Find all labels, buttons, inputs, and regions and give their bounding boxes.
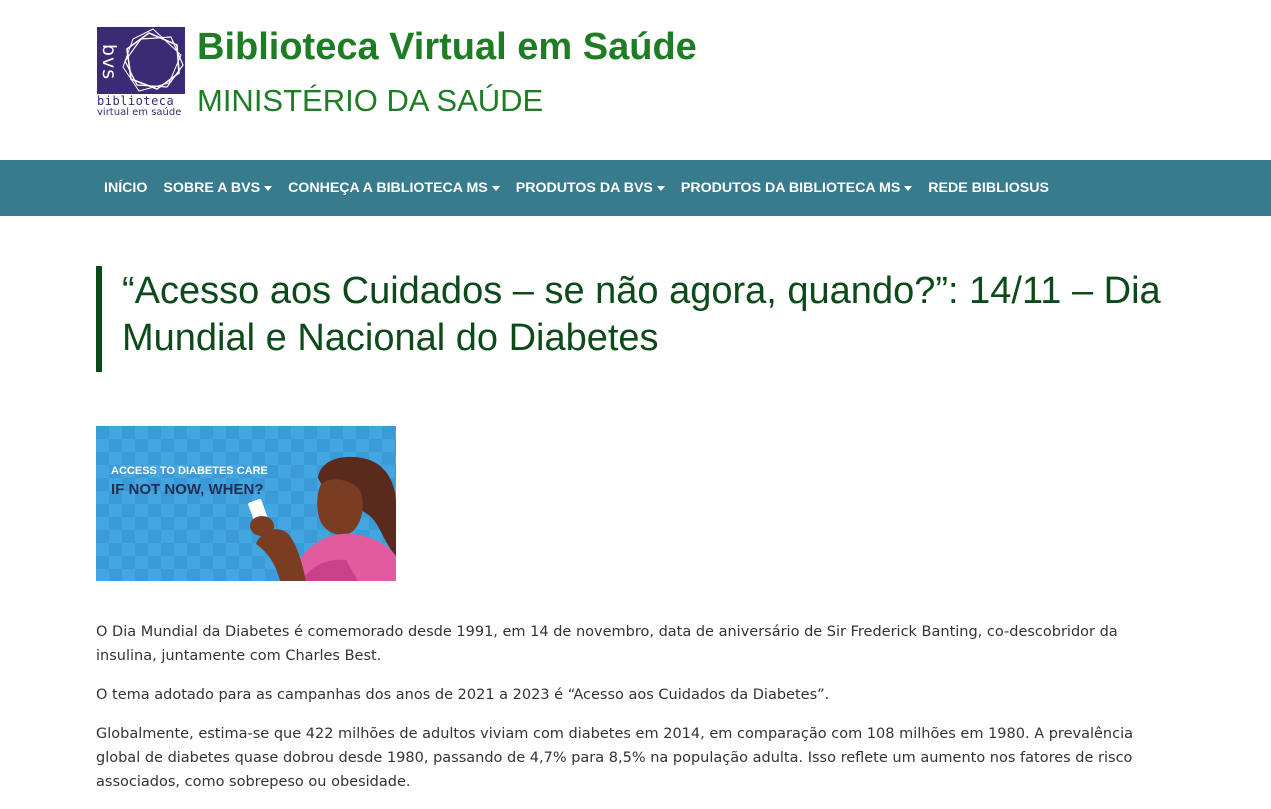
caret-down-icon (264, 185, 273, 191)
banner-heading-line1: ACCESS TO DIABETES CARE (111, 465, 268, 477)
logo-text-virtual: virtual em saúde (97, 107, 182, 118)
nav-item-label: INÍCIO (104, 180, 148, 196)
nav-item-label: CONHEÇA A BIBLIOTECA MS (288, 180, 488, 196)
nav-item-sobre-a-bvs[interactable]: SOBRE A BVS (155, 180, 280, 196)
article-paragraph: Globalmente, estima-se que 422 milhões d… (96, 726, 1133, 790)
nav-item-label: SOBRE A BVS (163, 180, 261, 196)
site-header: bvs biblioteca virtual em saúde Bibliote… (0, 0, 1271, 160)
caret-down-icon (904, 185, 913, 191)
caret-down-icon (656, 185, 665, 191)
article-paragraph: O tema adotado para as campanhas dos ano… (96, 687, 830, 703)
bvs-logo[interactable]: bvs biblioteca virtual em saúde (97, 27, 185, 121)
main-navbar: INÍCIO SOBRE A BVS CONHEÇA A BIBLIOTECA … (0, 160, 1271, 216)
banner-heading-line2: IF NOT NOW, WHEN? (111, 481, 264, 498)
logo-geometric-icon (122, 28, 184, 92)
article-title: “Acesso aos Cuidados – se não agora, qua… (122, 270, 1161, 359)
logo-text-biblioteca: biblioteca (97, 94, 175, 108)
logo-mark: bvs (97, 27, 185, 94)
article-banner-image: ACCESS TO DIABETES CARE IF NOT NOW, WHEN… (96, 426, 396, 581)
nav-item-conheca-a-biblioteca-ms[interactable]: CONHEÇA A BIBLIOTECA MS (280, 180, 508, 196)
site-subtitle: MINISTÉRIO DA SAÚDE (197, 83, 544, 118)
article-title-block: “Acesso aos Cuidados – se não agora, qua… (96, 266, 1202, 372)
nav-item-inicio[interactable]: INÍCIO (96, 180, 155, 196)
nav-item-produtos-da-bvs[interactable]: PRODUTOS DA BVS (508, 180, 673, 196)
article-body: O Dia Mundial da Diabetes é comemorado d… (96, 620, 1171, 809)
article-paragraph: O Dia Mundial da Diabetes é comemorado d… (96, 624, 1118, 664)
nav-list: INÍCIO SOBRE A BVS CONHEÇA A BIBLIOTECA … (0, 160, 1271, 216)
site-title[interactable]: Biblioteca Virtual em Saúde (197, 26, 697, 69)
nav-item-label: PRODUTOS DA BVS (515, 180, 653, 196)
nav-item-rede-bibliosus[interactable]: REDE BIBLIOSUS (920, 180, 1057, 196)
nav-item-label: PRODUTOS DA BIBLIOTECA MS (680, 180, 901, 196)
nav-item-produtos-da-biblioteca-ms[interactable]: PRODUTOS DA BIBLIOTECA MS (673, 180, 920, 196)
caret-down-icon (491, 185, 500, 191)
nav-item-label: REDE BIBLIOSUS (928, 180, 1049, 196)
banner-illustration (96, 426, 396, 581)
